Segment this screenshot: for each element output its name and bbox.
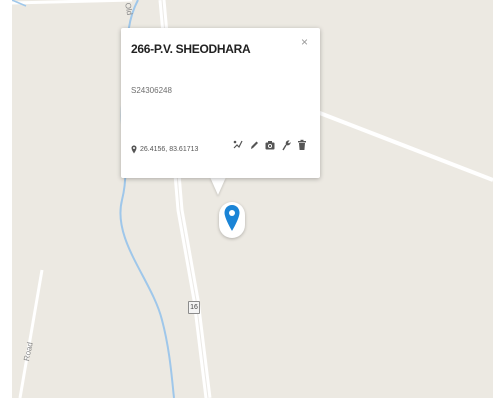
location-pin-icon [131,145,137,154]
top-road [12,0,133,5]
trash-icon[interactable] [297,139,307,151]
location-pin-icon [224,205,240,231]
info-popup: 266-P.V. SHEODHARA × S24306248 26.4156, … [121,28,320,178]
road-label-top: Old [123,2,135,16]
route-shield: 16 [188,301,200,314]
satellite-icon[interactable] [233,139,243,151]
coordinates-text: 26.4156, 83.61713 [140,146,199,153]
popup-coordinates: 26.4156, 83.61713 [131,145,198,154]
close-icon[interactable]: × [301,35,308,49]
popup-title: 266-P.V. SHEODHARA [131,42,251,56]
popup-identifier: S24306248 [131,86,172,95]
left-road [18,269,44,398]
pencil-icon[interactable] [249,139,259,151]
diagonal-road [311,108,493,182]
camera-icon[interactable] [265,139,275,151]
wrench-icon[interactable] [281,139,291,151]
popup-actions [233,139,307,151]
popup-pointer [210,177,226,195]
location-marker[interactable] [219,196,245,242]
